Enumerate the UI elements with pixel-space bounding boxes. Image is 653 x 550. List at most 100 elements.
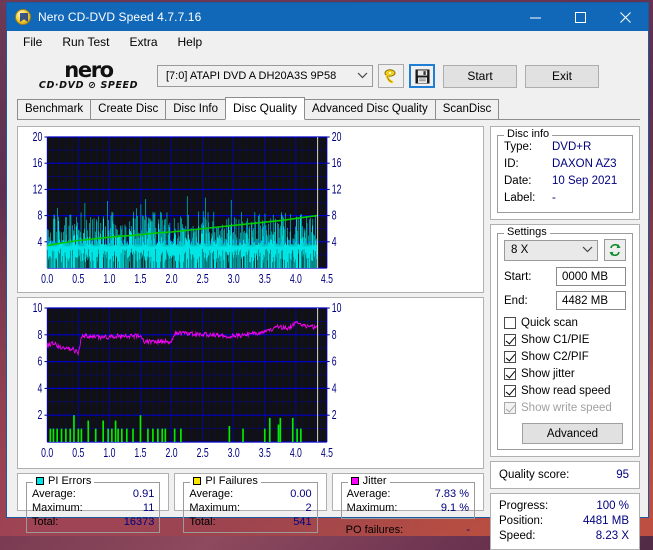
jitter-color-swatch xyxy=(351,477,359,485)
svg-text:2.0: 2.0 xyxy=(166,447,178,461)
tab-benchmark[interactable]: Benchmark xyxy=(17,99,91,120)
pi-failures-color-swatch xyxy=(193,477,201,485)
save-results-button[interactable] xyxy=(409,64,435,88)
svg-text:8: 8 xyxy=(38,209,43,223)
jitter-maximum-value: 9.1 % xyxy=(441,501,469,515)
pi-errors-maximum-label: Maximum: xyxy=(32,501,83,515)
pif-jitter-graph[interactable]: 2244668810100.00.51.01.52.02.53.03.54.04… xyxy=(18,298,352,468)
pi-failures-box: PI Failures Average: 0.00 Maximum: 2 Tot… xyxy=(174,473,326,511)
svg-text:4.0: 4.0 xyxy=(290,447,302,461)
menu-item-extra[interactable]: Extra xyxy=(120,33,166,51)
svg-text:4.5: 4.5 xyxy=(321,447,333,461)
menu-item-file[interactable]: File xyxy=(14,33,51,51)
refresh-button[interactable] xyxy=(604,239,626,261)
advanced-button[interactable]: Advanced xyxy=(522,423,623,444)
pi-errors-total-label: Total: xyxy=(32,515,58,529)
svg-text:3.5: 3.5 xyxy=(259,447,271,461)
pie-graph[interactable]: 44881212161620200.00.51.01.52.02.53.03.5… xyxy=(18,127,352,292)
speed-status-row: Speed: 8.23 X xyxy=(499,529,629,544)
speed-select-value: 8 X xyxy=(511,244,579,256)
nero-logo: nero CD·DVD ⊘ SPEED xyxy=(26,61,151,91)
stats-row: PI Errors Average: 0.91 Maximum: 11 Tota… xyxy=(17,473,484,511)
pi-failures-maximum-row: Maximum: 2 xyxy=(189,501,311,515)
svg-text:1.5: 1.5 xyxy=(134,273,146,287)
svg-text:1.0: 1.0 xyxy=(103,447,115,461)
svg-text:10: 10 xyxy=(332,302,342,316)
settings-legend: Settings xyxy=(504,226,550,238)
pi-errors-average-row: Average: 0.91 xyxy=(32,487,154,501)
checkbox-show-read-speed[interactable]: Show read speed xyxy=(504,383,626,399)
end-label: End: xyxy=(504,295,556,307)
checkbox-show-write-speed: Show write speed xyxy=(504,400,626,416)
checkbox-show-c1-pie[interactable]: Show C1/PIE xyxy=(504,332,626,348)
disc-info-legend: Disc info xyxy=(504,128,552,140)
titlebar: Nero CD-DVD Speed 4.7.7.16 xyxy=(7,3,648,31)
pi-errors-total-value: 16373 xyxy=(124,515,155,529)
tab-disc-quality[interactable]: Disc Quality xyxy=(225,97,305,120)
tab-scandisc[interactable]: ScanDisc xyxy=(435,99,500,120)
svg-text:6: 6 xyxy=(332,355,337,369)
disc-label-value: - xyxy=(552,190,556,207)
checkbox-quick-scan[interactable]: Quick scan xyxy=(504,315,626,331)
tab-advanced-disc-quality[interactable]: Advanced Disc Quality xyxy=(304,99,436,120)
tab-create-disc[interactable]: Create Disc xyxy=(90,99,166,120)
svg-text:4: 4 xyxy=(332,382,337,396)
quick-scan-checkbox[interactable] xyxy=(504,317,516,329)
drive-select[interactable]: [7:0] ATAPI DVD A DH20A3S 9P58 xyxy=(157,65,373,87)
pi-errors-maximum-value: 11 xyxy=(143,501,154,515)
show-write-speed-label: Show write speed xyxy=(521,400,612,416)
menu-item-run-test[interactable]: Run Test xyxy=(53,33,118,51)
start-button[interactable]: Start xyxy=(443,65,517,88)
show-c1-pie-checkbox[interactable] xyxy=(504,334,516,346)
speed-row: 8 X xyxy=(504,239,626,261)
pi-errors-color-swatch xyxy=(36,477,44,485)
start-input[interactable]: 0000 MB xyxy=(556,267,626,286)
quality-score-value: 95 xyxy=(616,469,629,481)
pi-failures-average-row: Average: 0.00 xyxy=(189,487,311,501)
svg-text:20: 20 xyxy=(33,131,43,145)
jitter-average-row: Average: 7.83 % xyxy=(347,487,469,501)
pi-failures-total-value: 541 xyxy=(293,515,311,529)
svg-text:2.5: 2.5 xyxy=(197,447,209,461)
show-c2-pif-label: Show C2/PIF xyxy=(521,349,589,365)
exit-button[interactable]: Exit xyxy=(525,65,599,88)
chevron-down-icon xyxy=(354,71,370,82)
disc-date-value: 10 Sep 2021 xyxy=(552,173,617,190)
show-jitter-checkbox[interactable] xyxy=(504,368,516,380)
checkbox-show-c2-pif[interactable]: Show C2/PIF xyxy=(504,349,626,365)
svg-text:6: 6 xyxy=(38,355,43,369)
pif-jitter-graph-panel: 2244668810100.00.51.01.52.02.53.03.54.04… xyxy=(17,297,484,469)
position-value: 4481 MB xyxy=(583,514,629,529)
svg-text:0.5: 0.5 xyxy=(72,273,84,287)
checkbox-show-jitter[interactable]: Show jitter xyxy=(504,366,626,382)
disc-quality-panel: 44881212161620200.00.51.01.52.02.53.03.5… xyxy=(7,120,648,517)
close-icon[interactable] xyxy=(603,3,648,31)
pi-errors-average-label: Average: xyxy=(32,487,76,501)
show-c2-pif-checkbox[interactable] xyxy=(504,351,516,363)
pi-errors-total-row: Total: 16373 xyxy=(32,515,154,529)
disc-type-label: Type: xyxy=(504,139,552,156)
speed-select[interactable]: 8 X xyxy=(504,240,598,261)
settings-group: Settings 8 X xyxy=(497,233,633,450)
svg-text:16: 16 xyxy=(33,157,43,171)
nero-cd-dvd-speed-window: Nero CD-DVD Speed 4.7.7.16 File Run Test… xyxy=(6,2,649,518)
window-controls xyxy=(513,3,648,31)
svg-text:0.0: 0.0 xyxy=(41,273,53,287)
disc-id-value: DAXON AZ3 xyxy=(552,156,617,173)
tab-disc-info[interactable]: Disc Info xyxy=(165,99,226,120)
end-input[interactable]: 4482 MB xyxy=(556,291,626,310)
pi-failures-maximum-value: 2 xyxy=(306,501,312,515)
svg-text:4.5: 4.5 xyxy=(321,273,333,287)
maximize-icon[interactable] xyxy=(558,3,603,31)
pi-errors-legend: PI Errors xyxy=(33,475,94,487)
show-read-speed-checkbox[interactable] xyxy=(504,385,516,397)
quality-score-panel: Quality score: 95 xyxy=(490,461,640,489)
svg-text:12: 12 xyxy=(33,183,43,197)
svg-text:4: 4 xyxy=(38,382,43,396)
svg-text:1.5: 1.5 xyxy=(134,447,146,461)
start-field-row: Start: 0000 MB xyxy=(504,267,626,286)
menu-item-help[interactable]: Help xyxy=(169,33,212,51)
eject-disc-button[interactable] xyxy=(378,64,404,88)
show-jitter-label: Show jitter xyxy=(521,366,575,382)
minimize-icon[interactable] xyxy=(513,3,558,31)
